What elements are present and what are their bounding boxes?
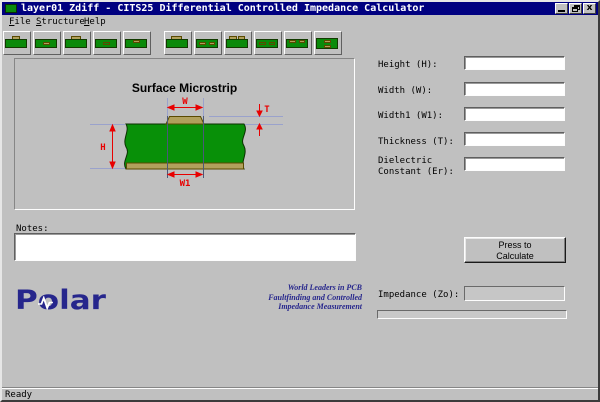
diff-embedded-microstrip-icon xyxy=(196,35,220,51)
toolbar-button-coated-microstrip[interactable] xyxy=(63,31,91,55)
minimize-button[interactable] xyxy=(555,3,568,14)
impedance-result-field xyxy=(464,286,565,301)
impedance-label: Impedance (Zo): xyxy=(378,290,459,300)
toolbar-button-offset-stripline[interactable] xyxy=(123,31,151,55)
menu-file[interactable]: File xyxy=(9,16,31,28)
toolbar-button-diff-embedded-microstrip[interactable] xyxy=(194,31,222,55)
substrate xyxy=(125,124,246,169)
diff-coated-microstrip-icon xyxy=(226,35,250,51)
width1-label: Width1 (W1): xyxy=(378,111,443,122)
toolbar-button-stripline[interactable] xyxy=(93,31,121,55)
width1-input[interactable] xyxy=(464,107,565,121)
structure-diagram-panel: Surface Microstrip xyxy=(14,58,355,210)
trace xyxy=(166,117,204,125)
app-icon xyxy=(5,4,17,13)
menu-structure[interactable]: Structure xyxy=(36,16,85,28)
dim-label-w: W xyxy=(182,97,188,107)
toolbar-button-diff-broadside-stripline[interactable] xyxy=(314,31,342,55)
ground-plane xyxy=(127,163,244,169)
dielectric-label: Dielectric Constant (Er): xyxy=(378,156,466,178)
title-bar: layer01 Zdiff - CITS25 Differential Cont… xyxy=(2,2,598,15)
coated-microstrip-icon xyxy=(65,35,89,51)
thickness-label: Thickness (T): xyxy=(378,137,454,148)
toolbar xyxy=(2,29,598,58)
width-label: Width (W): xyxy=(378,86,432,97)
dim-label-w1: W1 xyxy=(180,179,191,189)
dim-label-t: T xyxy=(264,105,270,115)
surface-microstrip-icon xyxy=(5,35,29,51)
diff-stripline-icon xyxy=(256,35,280,51)
menu-help[interactable]: Help xyxy=(84,16,106,28)
toolbar-button-diff-offset-stripline[interactable] xyxy=(284,31,312,55)
menu-bar: File Structure Help xyxy=(2,15,598,29)
status-bar: Ready xyxy=(2,387,598,400)
microstrip-cross-section-diagram: W W1 H T xyxy=(15,59,356,211)
notes-input[interactable] xyxy=(14,233,356,261)
dim-label-h: H xyxy=(100,143,105,153)
height-input[interactable] xyxy=(464,56,565,70)
embedded-microstrip-icon xyxy=(35,35,59,51)
offset-stripline-icon xyxy=(125,35,149,51)
app-window: layer01 Zdiff - CITS25 Differential Cont… xyxy=(0,0,600,402)
status-text: Ready xyxy=(5,390,32,400)
restore-button[interactable] xyxy=(569,3,582,14)
polar-logo-text: Polar xyxy=(15,285,106,316)
diff-broadside-stripline-icon xyxy=(316,35,340,51)
close-icon: x xyxy=(584,4,595,13)
toolbar-button-surface-microstrip[interactable] xyxy=(3,31,31,55)
minimize-icon xyxy=(558,10,565,12)
calculate-button[interactable]: Press to Calculate xyxy=(464,237,566,263)
width-input[interactable] xyxy=(464,82,565,96)
progress-bar xyxy=(377,310,567,319)
brand-tagline: World Leaders in PCB Faultfinding and Co… xyxy=(202,283,362,312)
diff-surface-microstrip-icon xyxy=(166,35,190,51)
polar-logo: Polar xyxy=(15,286,106,316)
toolbar-button-embedded-microstrip[interactable] xyxy=(33,31,61,55)
thickness-input[interactable] xyxy=(464,132,565,146)
toolbar-button-diff-coated-microstrip[interactable] xyxy=(224,31,252,55)
toolbar-button-diff-surface-microstrip[interactable] xyxy=(164,31,192,55)
height-label: Height (H): xyxy=(378,60,438,71)
close-button[interactable]: x xyxy=(583,3,596,14)
polar-logo-waveform-icon xyxy=(37,296,55,310)
toolbar-button-diff-stripline[interactable] xyxy=(254,31,282,55)
dielectric-input[interactable] xyxy=(464,157,565,171)
stripline-icon xyxy=(95,35,119,51)
window-title: layer01 Zdiff - CITS25 Differential Cont… xyxy=(21,2,424,15)
diff-offset-stripline-icon xyxy=(286,35,310,51)
